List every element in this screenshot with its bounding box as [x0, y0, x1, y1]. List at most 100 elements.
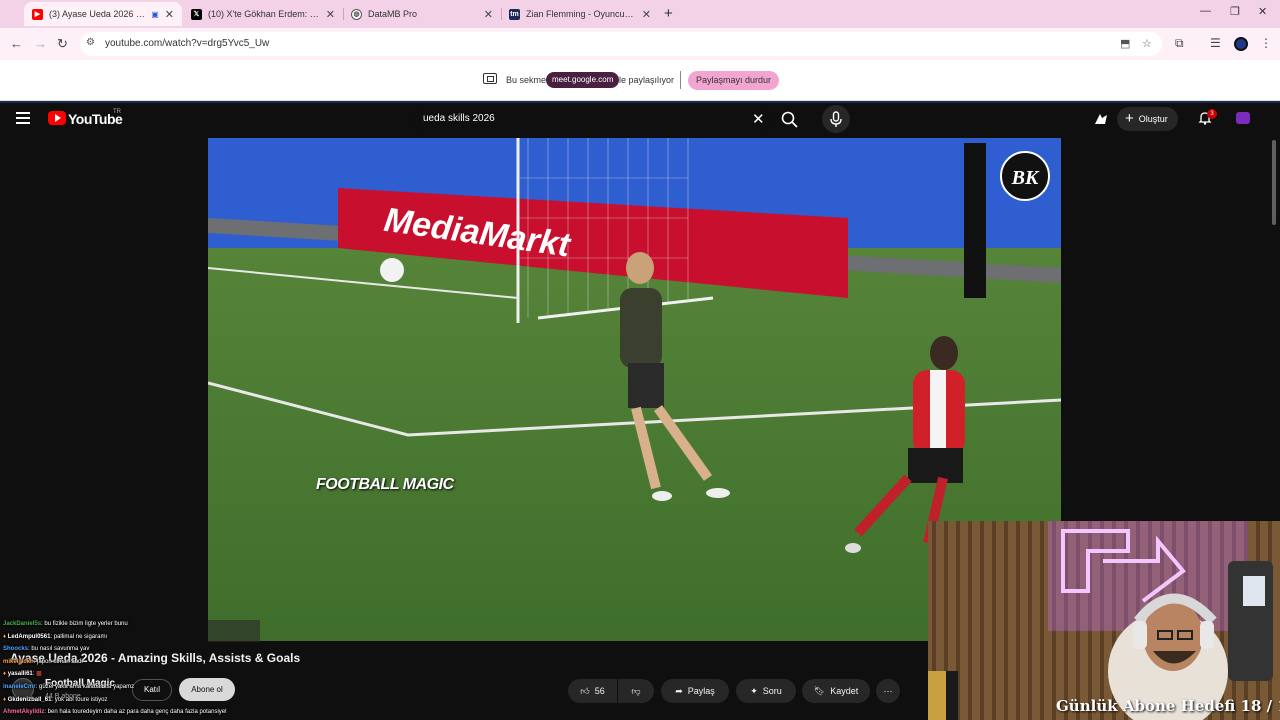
share-label: Paylaş: [687, 686, 715, 696]
x-icon: 𝕏: [191, 8, 202, 20]
chat-message: mikeljackh: japon ulman abdi: [0, 656, 290, 669]
more-dots-icon: ⋯: [883, 685, 893, 696]
datamb-icon: ◍: [351, 8, 362, 20]
sparkle-icon: ✦: [750, 685, 758, 696]
sharing-domain-badge: meet.google.com: [546, 72, 620, 88]
ask-button[interactable]: ✦ Soru: [736, 679, 796, 703]
chat-text: : ben hala touredeyim daha az para daha …: [44, 709, 227, 716]
cast-icon: ▣: [151, 9, 159, 19]
tab-x[interactable]: 𝕏 (10) X'te Gökhan Erdem: "fabin ✕: [183, 2, 343, 26]
chat-badge-icon: ♦: [3, 696, 7, 703]
subscriber-goal-text: Günlük Abone Hedefi 18 / 15: [1056, 697, 1280, 715]
chat-text: :: [32, 671, 35, 678]
bookmark-icon: 🔖︎: [813, 685, 826, 696]
reading-list-icon[interactable]: ☰: [1210, 36, 1221, 50]
youtube-logo-icon[interactable]: [48, 111, 66, 125]
tab-transfermarkt[interactable]: tm Zian Flemming - Oyuncu profili ✕: [501, 2, 659, 26]
chat-username: Shoocks: [3, 646, 29, 653]
thumbs-down-icon: 👎︎: [631, 685, 641, 696]
tab-datamb[interactable]: ◍ DataMB Pro ✕: [343, 2, 501, 26]
tab-title: (3) Ayase Ueda 2026 - Ama: [49, 9, 147, 19]
restore-icon[interactable]: ❐: [1230, 5, 1240, 18]
sharing-suffix: ile paylaşılıyor: [617, 75, 675, 85]
video-overlay-text: FOOTBALL MAGIC: [316, 476, 454, 493]
back-icon[interactable]: ←: [10, 36, 23, 51]
notification-count-badge: 3: [1207, 109, 1217, 119]
voice-search-button[interactable]: [822, 105, 850, 133]
search-input[interactable]: ueda skills 2026: [423, 113, 495, 124]
bookmark-star-icon[interactable]: ☆: [1142, 37, 1152, 50]
browser-menu-icon[interactable]: ⋮: [1260, 36, 1272, 50]
chat-username: yasalli61: [7, 671, 33, 678]
browser-tab-strip: ▶ (3) Ayase Ueda 2026 - Ama ▣ ✕ 𝕏 (10) X…: [0, 0, 1280, 28]
chat-badge-icon: ♦: [3, 633, 7, 640]
tab-title: (10) X'te Gökhan Erdem: "fabin: [208, 9, 320, 19]
screen-share-icon: [483, 73, 497, 84]
chat-username: inaneleCmr: [3, 683, 36, 690]
thumbs-up-icon: 👍︎: [580, 685, 590, 696]
save-label: Kaydet: [830, 686, 859, 696]
hamburger-menu-icon[interactable]: [16, 112, 30, 124]
save-button[interactable]: 🔖︎ Kaydet: [802, 679, 870, 703]
chat-text: : yok abi toure istiyoz: [51, 696, 108, 703]
dislike-button[interactable]: 👎︎: [618, 679, 654, 703]
new-tab-icon[interactable]: +: [664, 5, 673, 22]
plus-icon: +: [1125, 110, 1134, 127]
close-tab-icon[interactable]: ✕: [484, 8, 493, 21]
screen: ▶ (3) Ayase Ueda 2026 - Ama ▣ ✕ 𝕏 (10) X…: [0, 0, 1280, 720]
chat-message: ♦ Gkdenizball_61: yok abi toure istiyoz: [0, 694, 290, 707]
chat-badge-icon: ♦: [3, 671, 7, 678]
chat-message: Shoocks: bu nasıl savunma yav: [0, 643, 290, 656]
clear-search-icon[interactable]: ✕: [752, 110, 765, 128]
url-text: youtube.com/watch?v=drg5Yvc5_Uw: [105, 38, 270, 49]
share-button[interactable]: ➦ Paylaş: [661, 679, 729, 703]
create-button[interactable]: + Oluştur: [1117, 107, 1178, 131]
close-window-icon[interactable]: ✕: [1258, 5, 1267, 18]
youtube-icon: ▶: [32, 8, 43, 20]
stop-sharing-button[interactable]: Paylaşmayı durdur: [688, 71, 780, 90]
chat-text: : pallimal ne sigaramı: [50, 633, 108, 640]
close-tab-icon[interactable]: ✕: [642, 8, 651, 21]
cast-extension-icon[interactable]: [1093, 112, 1109, 126]
sharing-prefix: Bu sekme: [506, 75, 547, 85]
extensions-icon[interactable]: ⧉: [1175, 36, 1184, 51]
forward-icon[interactable]: →: [34, 36, 47, 51]
stream-chat-overlay: JackDaniel5s: bu fizikle bizim ligte yer…: [0, 618, 290, 719]
chat-username: JackDaniel5s: [3, 621, 42, 627]
chat-text: : bu fizikle bizim ligte yerler bunu: [41, 621, 128, 627]
microphone-icon: [830, 111, 842, 127]
country-code: TR: [113, 109, 121, 115]
account-avatar[interactable]: [1236, 112, 1250, 124]
create-label: Oluştur: [1138, 114, 1168, 124]
tab-title: Zian Flemming - Oyuncu profili: [526, 9, 636, 19]
chat-text: : güzel yaka ama kalabalıkta yapamz: [35, 683, 135, 690]
channel-watermark-text: BK: [1011, 167, 1040, 189]
chat-username: LedAmpul0561: [7, 633, 51, 640]
like-button[interactable]: 👍︎ 56: [568, 679, 617, 703]
tab-title: DataMB Pro: [368, 9, 418, 19]
tm-icon: tm: [509, 8, 520, 20]
chat-message: ♦ yasalli61: ▩: [0, 668, 290, 681]
more-actions-button[interactable]: ⋯: [876, 679, 900, 703]
chat-message: AhmetAkyildiz: ben hala touredeyim daha …: [0, 706, 290, 719]
address-bar[interactable]: ⚙ youtube.com/watch?v=drg5Yvc5_Uw ⬒ ☆: [80, 32, 1162, 56]
tab-youtube[interactable]: ▶ (3) Ayase Ueda 2026 - Ama ▣ ✕: [24, 2, 182, 26]
like-count: 56: [594, 686, 605, 696]
chat-message: inaneleCmr: güzel yaka ama kalabalıkta y…: [0, 681, 290, 694]
browser-toolbar: ← → ↻ ⚙ youtube.com/watch?v=drg5Yvc5_Uw …: [0, 28, 1280, 60]
minimize-icon[interactable]: —: [1200, 5, 1211, 17]
share-arrow-icon: ➦: [675, 685, 683, 696]
install-app-icon[interactable]: ⬒: [1120, 37, 1130, 50]
chat-text: : japon ulman abdi: [33, 658, 83, 665]
site-info-icon[interactable]: ⚙: [86, 37, 95, 48]
profile-avatar[interactable]: [1234, 37, 1248, 51]
search-icon[interactable]: [780, 110, 800, 130]
close-tab-icon[interactable]: ✕: [326, 8, 335, 21]
page-scrollbar[interactable]: [1272, 140, 1276, 225]
close-tab-icon[interactable]: ✕: [165, 8, 174, 21]
chat-message: JackDaniel5s: bu fizikle bizim ligte yer…: [0, 618, 290, 631]
streamer-webcam: [928, 521, 1280, 720]
reload-icon[interactable]: ↻: [57, 36, 68, 52]
emote-icon: ▩: [36, 671, 42, 678]
chat-message: ♦ LedAmpul0561: pallimal ne sigaramı: [0, 631, 290, 644]
